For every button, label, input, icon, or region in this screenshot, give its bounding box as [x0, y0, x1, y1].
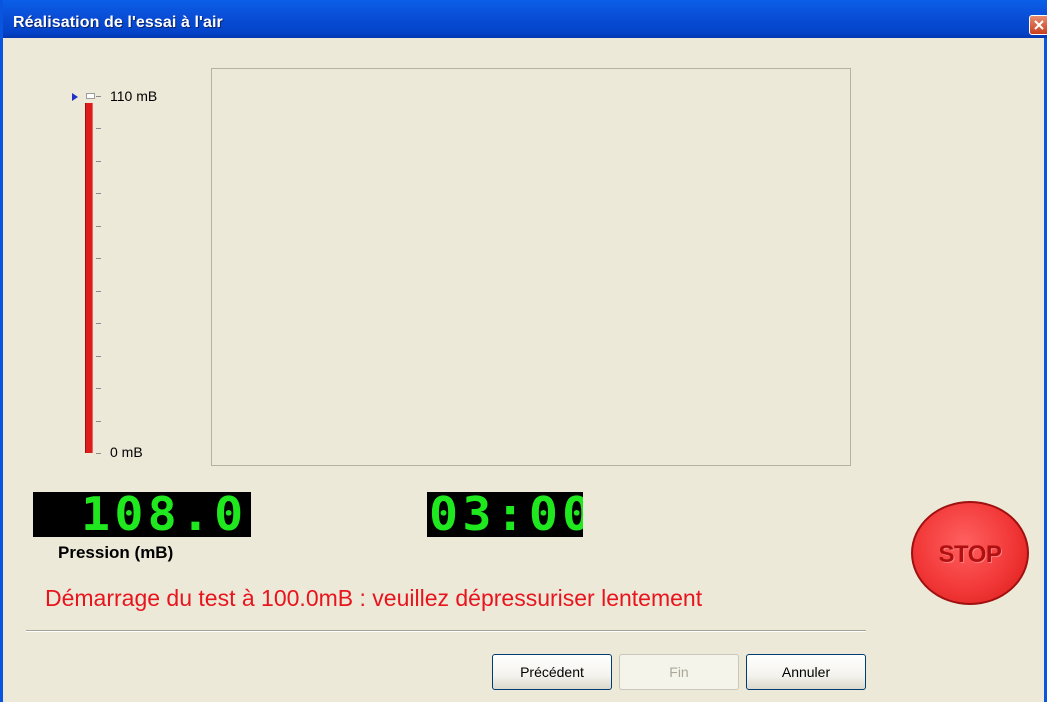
window-title: Réalisation de l'essai à l'air	[13, 14, 223, 31]
gauge-tick	[96, 356, 101, 357]
previous-button[interactable]: Précédent	[492, 654, 612, 690]
gauge-tick	[96, 453, 101, 454]
gauge-tick	[96, 128, 101, 129]
gauge-tick	[96, 258, 101, 259]
title-bar[interactable]: Réalisation de l'essai à l'air	[3, 0, 1047, 38]
gauge-min-label: 0 mB	[110, 444, 143, 460]
close-icon	[1034, 20, 1044, 30]
close-button[interactable]	[1029, 15, 1047, 35]
timer-lcd-display: 03:00	[427, 492, 583, 537]
gauge-tick	[96, 226, 101, 227]
pressure-label: Pression (mB)	[58, 543, 174, 562]
dialog-window: Réalisation de l'essai à l'air 110 mB 0 …	[0, 0, 1047, 702]
gauge-pointer-icon	[72, 93, 78, 101]
pressure-value: 108.0	[80, 492, 247, 537]
timer-value: 03:00	[429, 492, 583, 537]
stop-label: STOP	[938, 541, 1002, 568]
cancel-button[interactable]: Annuler	[746, 654, 866, 690]
gauge-tick	[96, 388, 101, 389]
finish-button[interactable]: Fin	[619, 654, 739, 690]
pressure-gauge-bar	[85, 103, 93, 453]
status-message: Démarrage du test à 100.0mB : veuillez d…	[45, 585, 703, 611]
pressure-graph-area	[211, 68, 851, 466]
gauge-slider-handle[interactable]	[86, 93, 95, 99]
gauge-tick	[96, 96, 101, 97]
separator-line	[26, 630, 866, 632]
gauge-tick	[96, 193, 101, 194]
gauge-max-label: 110 mB	[110, 88, 158, 104]
gauge-tick	[96, 421, 101, 422]
pressure-lcd-display: 108.0	[33, 492, 251, 537]
gauge-tick	[96, 291, 101, 292]
gauge-tick	[96, 161, 101, 162]
gauge-tick	[96, 323, 101, 324]
stop-button[interactable]: STOP	[911, 501, 1029, 605]
